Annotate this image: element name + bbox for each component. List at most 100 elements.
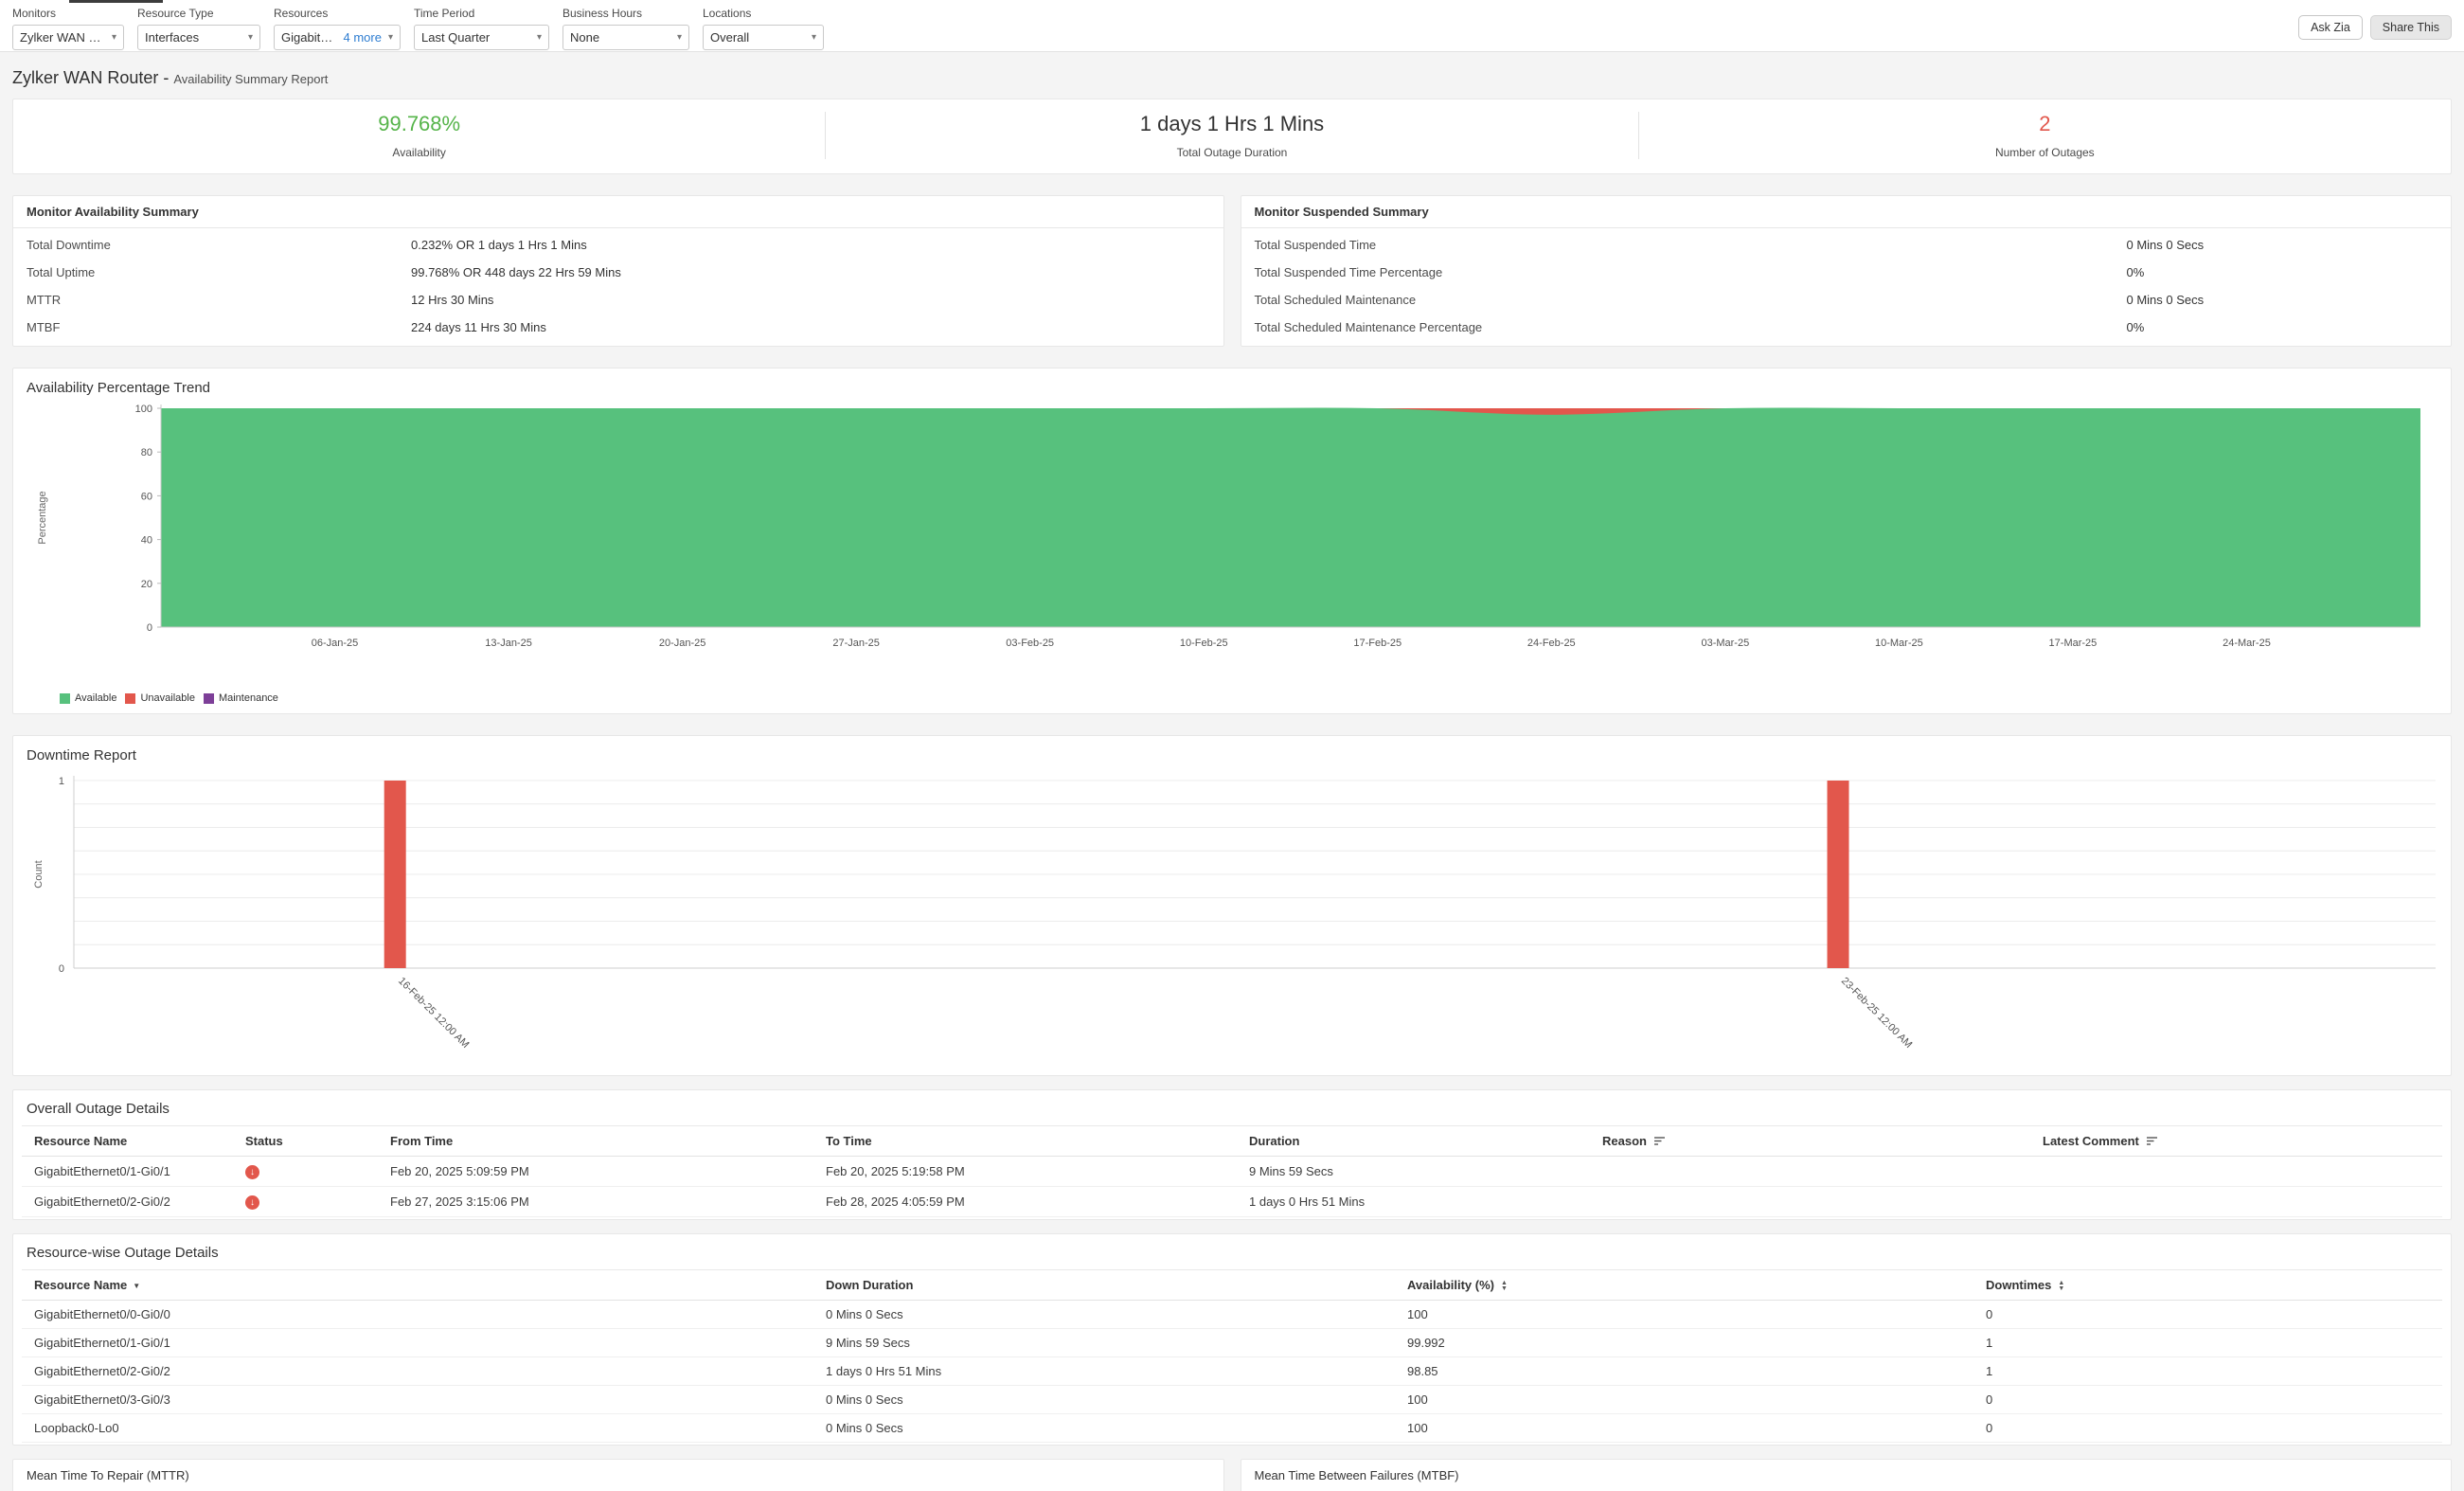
monitors-dropdown[interactable]: Zylker WAN Router▾ <box>12 25 124 50</box>
suspended-summary-title: Monitor Suspended Summary <box>1241 196 2452 228</box>
cell-from-time: Feb 27, 2025 3:15:06 PM <box>378 1187 813 1217</box>
resource-outage-title: Resource-wise Outage Details <box>22 1234 2442 1269</box>
column-label-to-time: To Time <box>826 1134 872 1148</box>
availability-summary-rows: Total Downtime0.232% OR 1 days 1 Hrs 1 M… <box>13 228 1223 346</box>
column-label-availability-: Availability (%) <box>1407 1278 1494 1292</box>
stat-availability: 99.768%Availability <box>13 112 825 159</box>
active-tab-indicator <box>69 0 163 3</box>
summary-row-label: Total Scheduled Maintenance <box>1255 293 2127 307</box>
summary-row-label: Total Scheduled Maintenance Percentage <box>1255 320 2127 334</box>
cell-latest-comment <box>2030 1187 2442 1217</box>
svg-text:03-Feb-25: 03-Feb-25 <box>1006 638 1054 649</box>
summary-row: MTTR12 Hrs 30 Mins <box>13 286 1223 314</box>
column-label-resource-name: Resource Name <box>34 1134 127 1148</box>
report-subtitle: Availability Summary Report <box>173 72 328 86</box>
column-header-to-time: To Time <box>813 1126 1237 1157</box>
availability-summary-title: Monitor Availability Summary <box>13 196 1223 228</box>
legend-swatch-icon <box>125 693 135 704</box>
share-this-button[interactable]: Share This <box>2370 15 2452 40</box>
chevron-down-icon: ▾ <box>812 32 816 43</box>
business-hours-label: Business Hours <box>562 7 689 20</box>
cell-status: ↓ <box>233 1157 378 1187</box>
table-header-row: Resource Name▼Down DurationAvailability … <box>22 1270 2442 1301</box>
summary-row: Total Uptime99.768% OR 448 days 22 Hrs 5… <box>13 259 1223 286</box>
cell-to-time: Feb 28, 2025 4:05:59 PM <box>813 1187 1237 1217</box>
availability-trend-card: Availability Percentage Trend 0204060801… <box>12 368 2452 714</box>
column-header-resource-name[interactable]: Resource Name▼ <box>22 1270 813 1301</box>
cell-resource-name: GigabitEthernet0/1-Gi0/1 <box>22 1157 233 1187</box>
time-period-dropdown[interactable]: Last Quarter▾ <box>414 25 549 50</box>
locations-dropdown[interactable]: Overall▾ <box>703 25 824 50</box>
resource-type-dropdown[interactable]: Interfaces ▾ <box>137 25 260 50</box>
stat-label-number-of-outages: Number of Outages <box>1639 146 2451 159</box>
cell-duration: 9 Mins 59 Secs <box>1237 1157 1590 1187</box>
cell-downtimes: 0 <box>1973 1301 2442 1329</box>
legend-item-available[interactable]: Available <box>60 692 116 704</box>
table-row: GigabitEthernet0/1-Gi0/1↓Feb 20, 2025 5:… <box>22 1157 2442 1187</box>
cell-resource-name: Loopback0-Lo0 <box>22 1414 813 1443</box>
sort-icon[interactable]: ▲▼ <box>2058 1281 2064 1292</box>
chevron-down-icon: ▾ <box>677 32 682 43</box>
cell-resource-name: GigabitEthernet0/1-Gi0/1 <box>22 1329 813 1357</box>
column-header-from-time: From Time <box>378 1126 813 1157</box>
cell-from-time: Feb 20, 2025 5:09:59 PM <box>378 1157 813 1187</box>
sort-desc-icon[interactable]: ▼ <box>133 1282 140 1290</box>
summary-row-value: 12 Hrs 30 Mins <box>411 293 493 307</box>
availability-trend-chart: 02040608010006-Jan-2513-Jan-2520-Jan-252… <box>27 402 2462 686</box>
chevron-down-icon: ▾ <box>248 32 253 43</box>
filter-icon[interactable] <box>2147 1135 2159 1149</box>
column-label-reason: Reason <box>1602 1134 1647 1148</box>
svg-text:Count: Count <box>33 861 45 889</box>
monitor-name: Zylker WAN Router - <box>12 68 169 87</box>
downtime-report-title: Downtime Report <box>27 747 2437 763</box>
cell-availability: 98.85 <box>1395 1357 1973 1386</box>
cell-availability: 99.992 <box>1395 1329 1973 1357</box>
table-row: GigabitEthernet0/1-Gi0/19 Mins 59 Secs99… <box>22 1329 2442 1357</box>
monitors-label: Monitors <box>12 7 124 20</box>
svg-text:20: 20 <box>141 579 152 590</box>
resource-outage-table: Resource Name▼Down DurationAvailability … <box>22 1269 2442 1443</box>
mttr-title: Mean Time To Repair (MTTR) <box>13 1460 1223 1491</box>
resource-type-label: Resource Type <box>137 7 260 20</box>
downtime-report-card: Downtime Report 01Count16-Feb-25 12:00 A… <box>12 735 2452 1076</box>
resources-more-link[interactable]: 4 more <box>344 30 382 45</box>
svg-text:Percentage: Percentage <box>37 492 48 545</box>
table-header-row: Resource NameStatusFrom TimeTo TimeDurat… <box>22 1126 2442 1157</box>
suspended-summary-rows: Total Suspended Time0 Mins 0 SecsTotal S… <box>1241 228 2452 346</box>
summary-row: MTBF224 days 11 Hrs 30 Mins <box>13 314 1223 341</box>
cell-downtimes: 1 <box>1973 1357 2442 1386</box>
definitions-row: Mean Time To Repair (MTTR) The average t… <box>12 1459 2452 1491</box>
svg-text:06-Jan-25: 06-Jan-25 <box>312 638 359 649</box>
column-header-resource-name: Resource Name <box>22 1126 233 1157</box>
resource-type-value: Interfaces <box>145 30 241 45</box>
report-content: Zylker WAN Router - Availability Summary… <box>0 68 2464 1491</box>
column-header-availability-[interactable]: Availability (%) ▲▼ <box>1395 1270 1973 1301</box>
page-title: Zylker WAN Router - Availability Summary… <box>12 68 2452 88</box>
legend-item-unavailable[interactable]: Unavailable <box>125 692 194 704</box>
cell-resource-name: GigabitEthernet0/2-Gi0/2 <box>22 1357 813 1386</box>
filter-locations: LocationsOverall▾ <box>703 7 824 50</box>
filter-icon[interactable] <box>1654 1135 1667 1149</box>
resources-dropdown[interactable]: GigabitEther...4 more▾ <box>274 25 401 50</box>
topbar-actions: Ask Zia Share This <box>2298 15 2452 40</box>
column-header-duration: Duration <box>1237 1126 1590 1157</box>
mtbf-card: Mean Time Between Failures (MTBF) The av… <box>1241 1459 2453 1491</box>
column-header-latest-comment[interactable]: Latest Comment <box>2030 1126 2442 1157</box>
stat-value-number-of-outages: 2 <box>1639 112 2451 136</box>
filter-resource-type: Resource Type Interfaces ▾ <box>137 7 260 50</box>
column-header-downtimes[interactable]: Downtimes▲▼ <box>1973 1270 2442 1301</box>
column-header-reason[interactable]: Reason <box>1590 1126 2030 1157</box>
status-down-icon: ↓ <box>245 1195 259 1210</box>
table-row: GigabitEthernet0/0-Gi0/00 Mins 0 Secs100… <box>22 1301 2442 1329</box>
cell-status: ↓ <box>233 1187 378 1217</box>
svg-text:80: 80 <box>141 448 152 459</box>
ask-zia-button[interactable]: Ask Zia <box>2298 15 2363 40</box>
cell-down-duration: 0 Mins 0 Secs <box>813 1414 1395 1443</box>
business-hours-dropdown[interactable]: None ▾ <box>562 25 689 50</box>
filter-business-hours: Business Hours None ▾ <box>562 7 689 50</box>
svg-text:60: 60 <box>141 492 152 503</box>
business-hours-value: None <box>570 30 670 45</box>
sort-icon[interactable]: ▲▼ <box>1501 1281 1508 1292</box>
filter-time-period: Time PeriodLast Quarter▾ <box>414 7 549 50</box>
legend-item-maintenance[interactable]: Maintenance <box>204 692 278 704</box>
